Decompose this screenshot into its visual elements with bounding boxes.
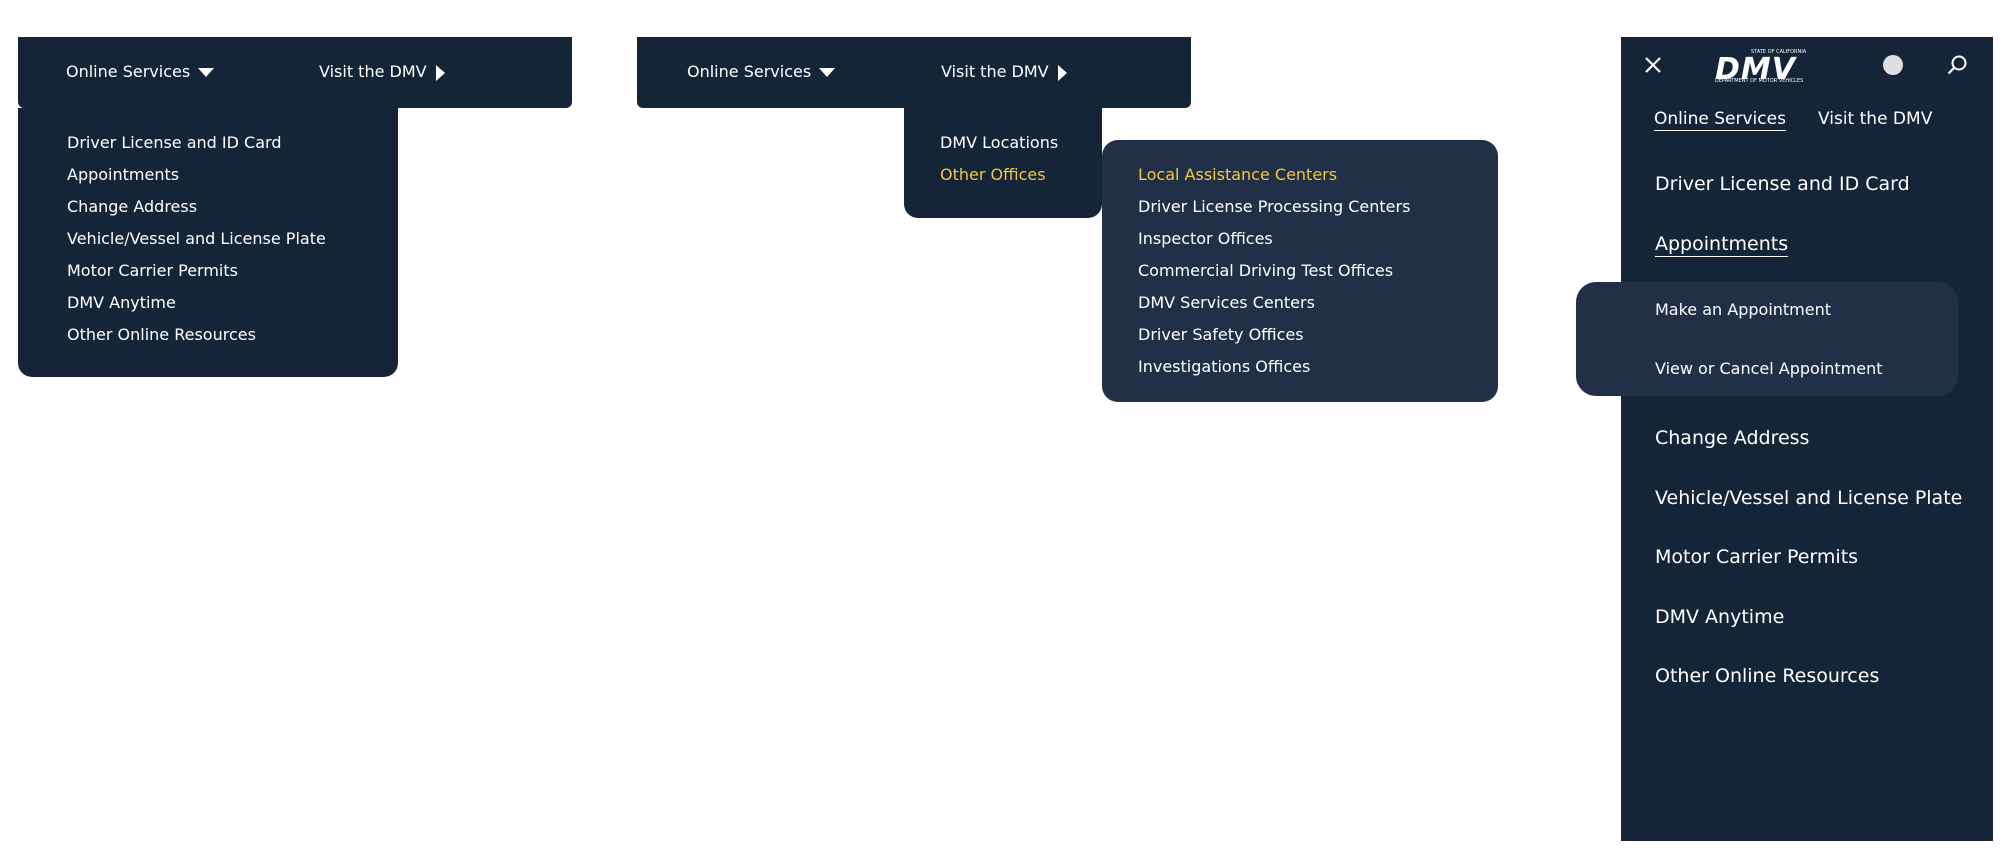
close-icon[interactable] — [1643, 55, 1663, 75]
tab-visit-dmv[interactable]: Visit the DMV — [1818, 111, 1932, 128]
visit-dmv-dropdown — [904, 108, 1102, 218]
submenu-item-commercial-driving[interactable]: Commercial Driving Test Offices — [1138, 263, 1393, 279]
mobile-item-change-address[interactable]: Change Address — [1655, 429, 1809, 448]
submenu-item-local-assistance[interactable]: Local Assistance Centers — [1138, 167, 1337, 183]
tab-online-services[interactable]: Online Services — [1654, 111, 1786, 128]
menu-item-motor-carrier[interactable]: Motor Carrier Permits — [67, 263, 238, 279]
nav-visit-dmv-label: Visit the DMV — [319, 62, 427, 81]
logo-bottom-line: DEPARTMENT OF MOTOR VEHICLES — [1715, 78, 1804, 84]
nav-visit-dmv[interactable]: Visit the DMV — [941, 64, 1067, 81]
nav-online-services-label: Online Services — [687, 62, 812, 81]
menu-item-other-online-resources[interactable]: Other Online Resources — [67, 327, 256, 343]
caret-down-icon — [819, 68, 836, 77]
dmv-logo[interactable]: STATE OF CALIFORNIA DMV DEPARTMENT OF MO… — [1713, 50, 1806, 85]
caret-right-icon — [1057, 64, 1067, 81]
submenu-item-view-cancel-appointment[interactable]: View or Cancel Appointment — [1655, 361, 1883, 377]
mobile-item-dmv-anytime[interactable]: DMV Anytime — [1655, 608, 1784, 627]
submenu-item-dmv-services-centers[interactable]: DMV Services Centers — [1138, 295, 1315, 311]
menu-item-dmv-locations[interactable]: DMV Locations — [940, 135, 1058, 151]
menu-item-appointments[interactable]: Appointments — [67, 167, 179, 183]
caret-right-icon — [435, 64, 445, 81]
submenu-item-inspector-offices[interactable]: Inspector Offices — [1138, 231, 1273, 247]
submenu-item-dl-processing[interactable]: Driver License Processing Centers — [1138, 199, 1410, 215]
nav-visit-dmv-label: Visit the DMV — [941, 62, 1049, 81]
account-avatar-icon[interactable] — [1883, 55, 1903, 75]
menu-item-change-address[interactable]: Change Address — [67, 199, 197, 215]
search-icon[interactable] — [1946, 54, 1968, 76]
submenu-item-make-appointment[interactable]: Make an Appointment — [1655, 302, 1831, 318]
submenu-item-investigations[interactable]: Investigations Offices — [1138, 359, 1310, 375]
mobile-item-motor-carrier[interactable]: Motor Carrier Permits — [1655, 548, 1858, 567]
menu-item-driver-license[interactable]: Driver License and ID Card — [67, 135, 281, 151]
nav-online-services-label: Online Services — [66, 62, 191, 81]
nav-online-services[interactable]: Online Services — [66, 62, 215, 81]
nav-online-services[interactable]: Online Services — [687, 62, 836, 81]
mobile-item-driver-license[interactable]: Driver License and ID Card — [1655, 175, 1910, 194]
mobile-item-vehicle-vessel[interactable]: Vehicle/Vessel and License Plate — [1655, 489, 1962, 508]
mobile-item-other-online-resources[interactable]: Other Online Resources — [1655, 667, 1879, 686]
nav-visit-dmv[interactable]: Visit the DMV — [319, 64, 445, 81]
menu-item-dmv-anytime[interactable]: DMV Anytime — [67, 295, 176, 311]
mobile-item-appointments[interactable]: Appointments — [1655, 235, 1788, 254]
submenu-item-driver-safety[interactable]: Driver Safety Offices — [1138, 327, 1304, 343]
menu-item-other-offices[interactable]: Other Offices — [940, 167, 1046, 183]
caret-down-icon — [198, 68, 215, 77]
menu-item-vehicle-vessel[interactable]: Vehicle/Vessel and License Plate — [67, 231, 326, 247]
